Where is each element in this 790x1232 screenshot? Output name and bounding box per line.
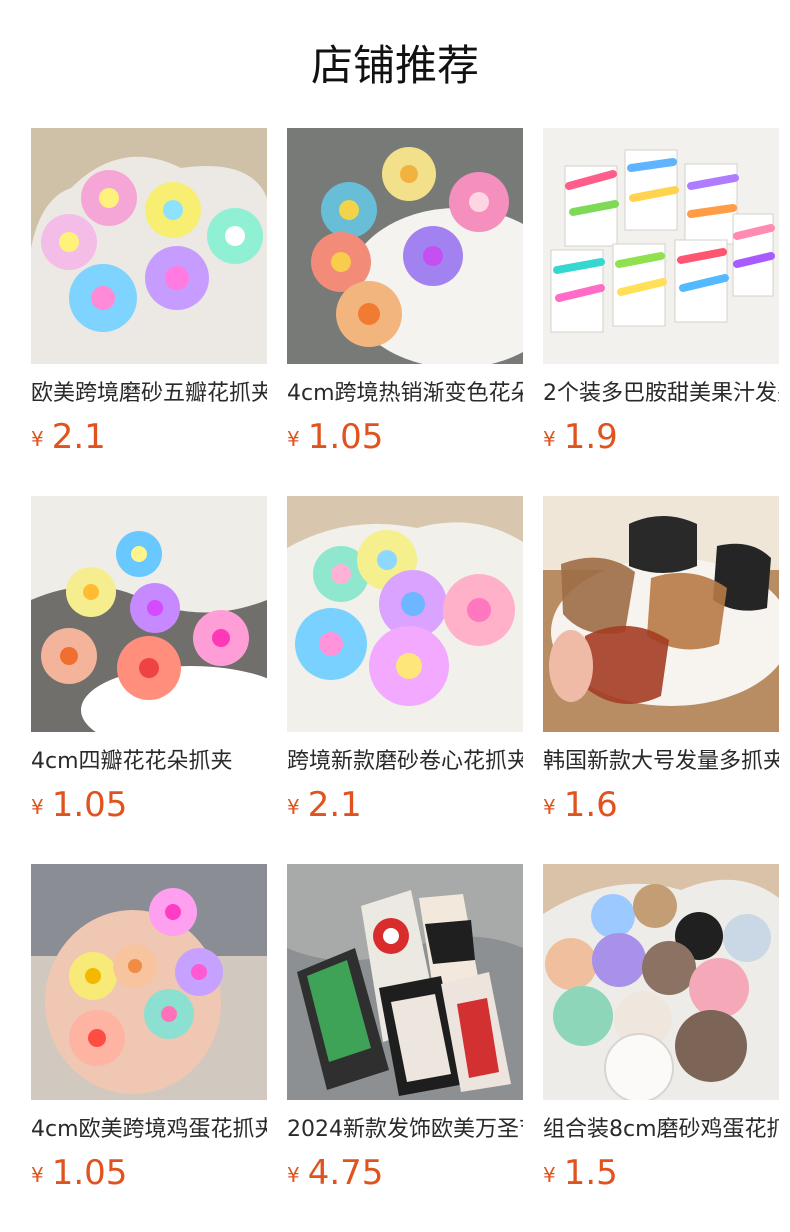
matte-flower-clip-image <box>543 864 779 1100</box>
price-amount: 4.75 <box>307 1153 384 1193</box>
product-card[interactable]: 4cm四瓣花花朵抓夹 ¥1.05 <box>31 496 267 836</box>
product-price: ¥1.6 <box>543 782 618 828</box>
printed-claw-clip-image <box>287 864 523 1100</box>
product-card[interactable]: 欧美跨境磨砂五瓣花抓夹 ¥2.1 <box>31 128 267 468</box>
product-price: ¥4.75 <box>287 1150 383 1196</box>
price-amount: 1.05 <box>51 1153 128 1193</box>
currency-symbol: ¥ <box>287 1163 300 1187</box>
product-title[interactable]: 2024新款发饰欧美万圣节抓夹 <box>287 1112 523 1148</box>
product-price: ¥2.1 <box>31 414 106 460</box>
product-image[interactable] <box>287 496 523 732</box>
product-image[interactable] <box>543 496 779 732</box>
product-price: ¥1.05 <box>287 414 383 460</box>
product-image[interactable] <box>287 128 523 364</box>
currency-symbol: ¥ <box>31 795 44 819</box>
price-amount: 1.05 <box>307 417 384 457</box>
currency-symbol: ¥ <box>543 795 556 819</box>
price-amount: 1.5 <box>563 1153 618 1193</box>
frangipani-clip-image <box>31 864 267 1100</box>
product-image[interactable] <box>287 864 523 1100</box>
product-price: ¥1.9 <box>543 414 618 460</box>
product-card[interactable]: 韩国新款大号发量多抓夹 ¥1.6 <box>543 496 779 836</box>
large-claw-clip-image <box>543 496 779 732</box>
product-title[interactable]: 组合装8cm磨砂鸡蛋花抓夹 <box>543 1112 779 1148</box>
flower-claw-clip-image <box>31 128 267 364</box>
hairpin-set-image <box>543 128 779 364</box>
product-card[interactable]: 2024新款发饰欧美万圣节抓夹 ¥4.75 <box>287 864 523 1204</box>
product-price: ¥2.1 <box>287 782 362 828</box>
product-price: ¥1.05 <box>31 782 127 828</box>
price-amount: 2.1 <box>307 785 362 825</box>
four-petal-clip-image <box>31 496 267 732</box>
product-card[interactable]: 4cm跨境热销渐变色花朵抓夹 ¥1.05 <box>287 128 523 468</box>
product-card[interactable]: 跨境新款磨砂卷心花抓夹 ¥2.1 <box>287 496 523 836</box>
product-image[interactable] <box>543 128 779 364</box>
currency-symbol: ¥ <box>287 427 300 451</box>
product-image[interactable] <box>543 864 779 1100</box>
price-amount: 1.6 <box>563 785 618 825</box>
product-title[interactable]: 4cm欧美跨境鸡蛋花抓夹 <box>31 1112 267 1148</box>
product-card[interactable]: 组合装8cm磨砂鸡蛋花抓夹 ¥1.5 <box>543 864 779 1204</box>
product-title[interactable]: 2个装多巴胺甜美果汁发夹 <box>543 376 779 412</box>
currency-symbol: ¥ <box>31 1163 44 1187</box>
product-title[interactable]: 4cm四瓣花花朵抓夹 <box>31 744 267 780</box>
currency-symbol: ¥ <box>543 427 556 451</box>
currency-symbol: ¥ <box>543 1163 556 1187</box>
product-price: ¥1.05 <box>31 1150 127 1196</box>
product-title[interactable]: 4cm跨境热销渐变色花朵抓夹 <box>287 376 523 412</box>
price-amount: 2.1 <box>51 417 106 457</box>
gradient-flower-clip-image <box>287 128 523 364</box>
product-card[interactable]: 4cm欧美跨境鸡蛋花抓夹 ¥1.05 <box>31 864 267 1204</box>
product-image[interactable] <box>31 128 267 364</box>
product-title[interactable]: 欧美跨境磨砂五瓣花抓夹 <box>31 376 267 412</box>
product-title[interactable]: 跨境新款磨砂卷心花抓夹 <box>287 744 523 780</box>
product-price: ¥1.5 <box>543 1150 618 1196</box>
price-amount: 1.05 <box>51 785 128 825</box>
currency-symbol: ¥ <box>31 427 44 451</box>
currency-symbol: ¥ <box>287 795 300 819</box>
product-image[interactable] <box>31 496 267 732</box>
price-amount: 1.9 <box>563 417 618 457</box>
page-title: 店铺推荐 <box>310 41 479 90</box>
product-card[interactable]: 2个装多巴胺甜美果汁发夹 ¥1.9 <box>543 128 779 468</box>
frosted-flower-clip-image <box>287 496 523 732</box>
page: 店铺推荐 欧美跨境磨砂五瓣花抓夹 ¥2.1 4cm跨境热销渐变色花朵 ¥ 1.0… <box>0 0 790 1232</box>
product-image[interactable] <box>31 864 267 1100</box>
product-title[interactable]: 韩国新款大号发量多抓夹 <box>543 744 779 780</box>
